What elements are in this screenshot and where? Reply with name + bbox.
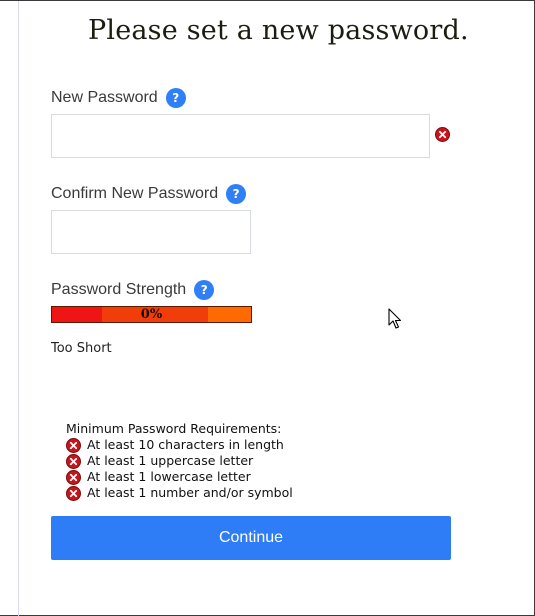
password-strength-value: 0%	[140, 307, 163, 322]
requirements-title: Minimum Password Requirements:	[66, 421, 282, 436]
mouse-cursor-icon	[388, 308, 402, 329]
new-password-label-row: New Password ?	[51, 88, 186, 108]
error-icon	[66, 469, 81, 485]
password-strength-status: Too Short	[51, 341, 112, 356]
requirement-text: At least 10 characters in length	[87, 437, 284, 452]
confirm-password-label-row: Confirm New Password ?	[51, 184, 247, 204]
continue-button[interactable]: Continue	[51, 516, 451, 560]
error-icon	[66, 437, 81, 453]
confirm-password-input[interactable]	[51, 210, 251, 254]
requirement-text: At least 1 uppercase letter	[87, 453, 254, 468]
page-title: Please set a new password.	[88, 15, 469, 46]
error-icon	[66, 453, 81, 469]
new-password-error-icon	[435, 127, 450, 142]
requirement-item: At least 1 number and/or symbol	[66, 485, 293, 501]
requirement-text: At least 1 number and/or symbol	[87, 485, 293, 500]
password-strength-label-row: Password Strength ?	[51, 280, 215, 300]
password-strength-help-icon[interactable]: ?	[194, 280, 215, 300]
confirm-password-help-icon[interactable]: ?	[226, 184, 247, 204]
requirement-item: At least 10 characters in length	[66, 437, 293, 453]
new-password-input[interactable]	[51, 114, 430, 158]
new-password-help-icon[interactable]: ?	[165, 88, 186, 108]
error-icon	[66, 485, 81, 501]
password-strength-meter: 0%	[51, 306, 252, 323]
requirement-text: At least 1 lowercase letter	[87, 469, 251, 484]
new-password-label: New Password	[51, 89, 158, 106]
confirm-password-label: Confirm New Password	[51, 185, 219, 202]
requirement-item: At least 1 lowercase letter	[66, 469, 293, 485]
left-divider	[18, 1, 19, 616]
page-frame: Please set a new password. New Password …	[0, 0, 535, 616]
password-requirements: Minimum Password Requirements: At least …	[66, 421, 293, 501]
password-strength-label: Password Strength	[51, 281, 187, 298]
requirement-item: At least 1 uppercase letter	[66, 453, 293, 469]
